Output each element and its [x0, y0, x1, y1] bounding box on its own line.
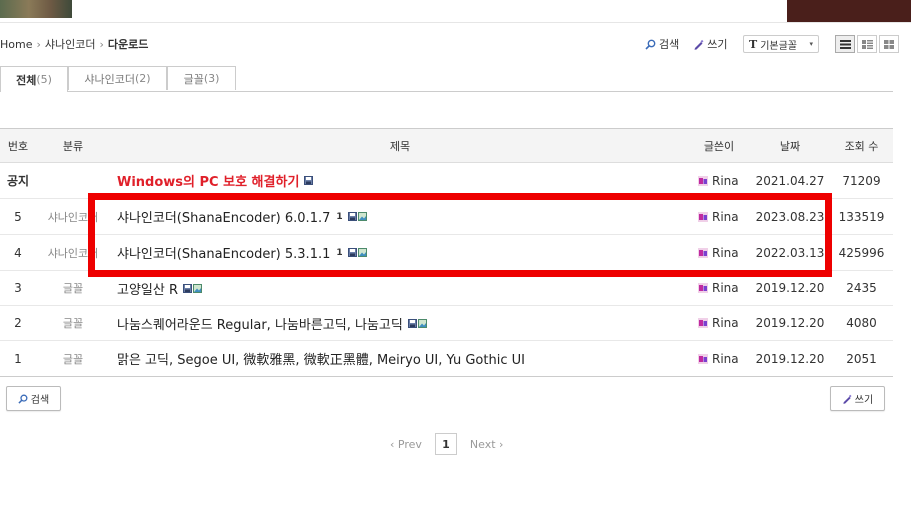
member-icon — [698, 175, 708, 186]
next-page-link[interactable]: Next › — [470, 438, 504, 451]
views-cell: 71209 — [842, 173, 881, 188]
dropdown-arrow-icon: ▾ — [809, 40, 813, 48]
row-title-link[interactable]: 나눔스퀘어라운드 Regular, 나눔바른고딕, 나눔고딕 — [117, 314, 403, 333]
chevron-right-icon: › — [99, 37, 104, 51]
webzine-view-button[interactable] — [857, 35, 877, 53]
write-button-label: 쓰기 — [854, 395, 874, 406]
pagination: ‹ Prev 1 Next › — [390, 433, 503, 455]
tab-count: (3) — [203, 72, 220, 85]
header-author: 글쓴이 — [703, 139, 735, 153]
highlight-box — [88, 193, 832, 277]
view-mode-switch — [833, 35, 899, 53]
search-button-label: 검색 — [30, 395, 50, 406]
views-cell: 2051 — [846, 351, 877, 366]
category-tabs: 전체 (5) 샤나인코더 (2) 글꼴 (3) — [0, 66, 893, 92]
list-view-icon — [839, 39, 851, 49]
views-cell: 4080 — [846, 316, 877, 330]
row-title-link[interactable]: 맑은 고딕, Segoe UI, 微軟雅黑, 微軟正黑體, Meiryo UI,… — [117, 349, 525, 368]
header-thumbnail — [0, 0, 72, 18]
row-num: 5 — [14, 209, 22, 224]
image-icon — [193, 283, 203, 293]
header-banner — [787, 0, 911, 22]
notice-label: 공지 — [6, 174, 30, 188]
table-header: 번호 분류 제목 글쓴이 날짜 조회 수 — [0, 129, 893, 163]
tab-label: 글꼴 — [183, 72, 204, 86]
tab-all[interactable]: 전체 (5) — [0, 66, 68, 92]
pencil-icon — [843, 394, 852, 404]
list-view-button[interactable] — [835, 35, 855, 53]
tab-count: (5) — [36, 73, 52, 86]
author-cell: Rina — [698, 341, 739, 376]
breadcrumb-category[interactable]: 샤나인코더 — [45, 36, 96, 52]
author-name[interactable]: Rina — [712, 281, 739, 295]
search-icon — [645, 39, 656, 50]
attachment-icon — [407, 318, 417, 328]
member-icon — [698, 318, 708, 328]
current-page[interactable]: 1 — [434, 433, 457, 455]
date-cell: 2019.12.20 — [755, 351, 825, 366]
row-title-cell: 나눔스퀘어라운드 Regular, 나눔바른고딕, 나눔고딕 — [117, 306, 427, 340]
gallery-view-button[interactable] — [879, 35, 899, 53]
row-num: 2 — [14, 316, 22, 330]
header-num: 번호 — [7, 139, 29, 153]
author-name[interactable]: Rina — [712, 352, 739, 366]
tab-label: 샤나인코더 — [84, 72, 135, 86]
author-name[interactable]: Rina — [712, 316, 739, 330]
header-date: 날짜 — [779, 139, 801, 153]
tab-label: 전체 — [16, 73, 37, 87]
breadcrumb-home[interactable]: Home — [0, 38, 32, 51]
table-row[interactable]: 1 글꼴 맑은 고딕, Segoe UI, 微軟雅黑, 微軟正黑體, Meiry… — [0, 341, 893, 377]
tab-shanaencoder[interactable]: 샤나인코더 (2) — [68, 66, 167, 90]
author-name[interactable]: Rina — [712, 174, 739, 188]
views-cell: 133519 — [838, 209, 885, 224]
search-icon — [18, 394, 28, 404]
row-num: 1 — [14, 351, 22, 366]
row-category[interactable]: 글꼴 — [42, 306, 104, 340]
write-link[interactable]: 쓰기 — [693, 36, 728, 52]
member-icon — [698, 353, 708, 364]
table-row[interactable]: 2 글꼴 나눔스퀘어라운드 Regular, 나눔바른고딕, 나눔고딕 Rina… — [0, 306, 893, 341]
header-title: 제목 — [389, 139, 411, 153]
font-select-value: 기본글꼴 — [760, 40, 797, 52]
header-category: 분류 — [62, 139, 84, 153]
attachment-icon — [304, 176, 314, 185]
top-strip — [0, 0, 911, 23]
breadcrumb-current[interactable]: 다운로드 — [108, 36, 148, 52]
board-tools: 검색 쓰기 — [645, 36, 742, 52]
font-select[interactable]: T 기본글꼴 ▾ — [743, 35, 819, 53]
search-button[interactable]: 검색 — [6, 386, 61, 411]
author-cell: Rina — [698, 306, 739, 340]
row-category[interactable]: 글꼴 — [42, 341, 104, 376]
row-num: 3 — [14, 281, 22, 295]
chevron-right-icon: › — [36, 37, 41, 51]
prev-page-link[interactable]: ‹ Prev — [390, 438, 422, 451]
write-button[interactable]: 쓰기 — [830, 386, 885, 411]
search-link[interactable]: 검색 — [645, 36, 679, 52]
pencil-icon — [694, 39, 704, 50]
row-num: 4 — [14, 245, 22, 260]
date-cell: 2019.12.20 — [755, 316, 825, 330]
gallery-view-icon — [884, 39, 894, 49]
views-cell: 2435 — [846, 281, 877, 295]
write-link-label: 쓰기 — [707, 38, 728, 51]
search-link-label: 검색 — [659, 38, 680, 51]
header-views: 조회 수 — [844, 139, 879, 153]
breadcrumb: Home › 샤나인코더 › 다운로드 — [0, 36, 148, 52]
font-glyph-icon: T — [749, 37, 758, 51]
notice-title-link[interactable]: Windows의 PC 보호 해결하기 — [117, 171, 299, 190]
views-cell: 425996 — [838, 245, 885, 260]
row-title-cell: 맑은 고딕, Segoe UI, 微軟雅黑, 微軟正黑體, Meiryo UI,… — [117, 341, 525, 376]
webzine-view-icon — [861, 39, 873, 49]
attachment-icon — [183, 283, 193, 293]
image-icon — [417, 318, 427, 328]
row-title-link[interactable]: 고양일산 R — [117, 279, 178, 298]
tab-fonts[interactable]: 글꼴 (3) — [167, 66, 236, 90]
member-icon — [698, 283, 708, 293]
board-table: 번호 분류 제목 글쓴이 날짜 조회 수 공지 Windows의 PC 보호 해… — [0, 128, 893, 377]
tab-count: (2) — [135, 72, 151, 85]
